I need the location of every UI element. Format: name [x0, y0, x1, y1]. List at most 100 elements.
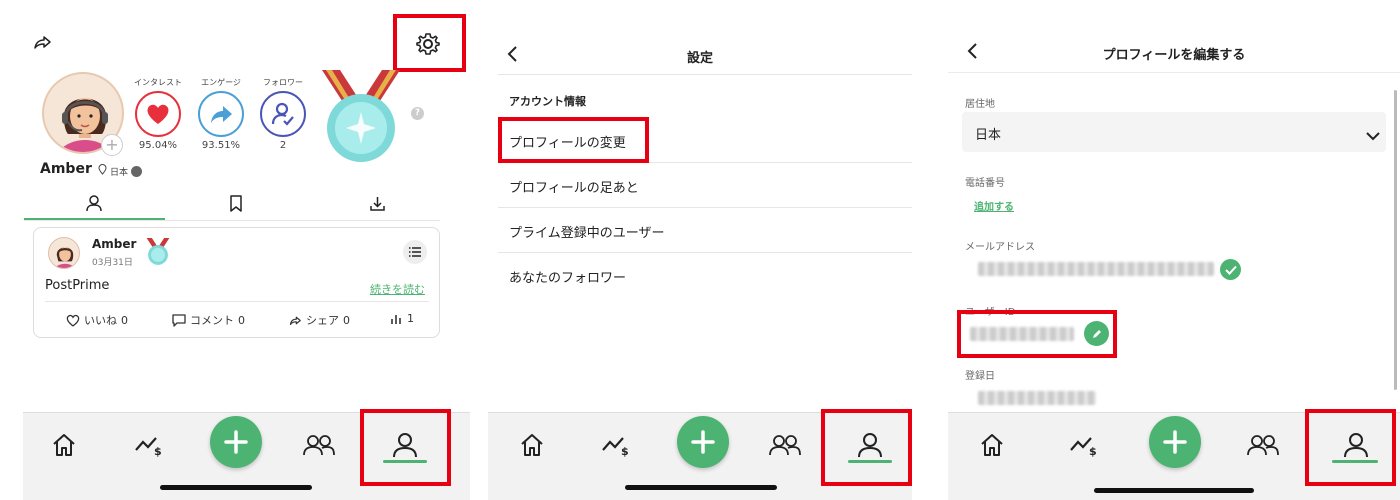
- menu-item-label: プロフィールの足あと: [509, 181, 639, 196]
- edit-profile-screen: プロフィールを編集する 居住地 日本 電話番号 追加する メールアドレス ユーザ…: [948, 0, 1400, 500]
- share-icon: [289, 316, 301, 325]
- add-avatar-icon[interactable]: +: [101, 134, 123, 156]
- share-arrow-icon: [198, 91, 244, 137]
- views-stat: 1: [390, 312, 414, 325]
- plus-icon[interactable]: [1149, 416, 1201, 468]
- home-icon[interactable]: [44, 425, 84, 465]
- plus-icon[interactable]: [210, 416, 262, 468]
- bottom-nav: $: [23, 412, 470, 500]
- profile-tab-icon[interactable]: [85, 194, 103, 216]
- home-icon[interactable]: [972, 425, 1012, 465]
- share-count: 0: [343, 313, 350, 327]
- download-icon[interactable]: [369, 195, 386, 216]
- residence-select[interactable]: 日本: [962, 112, 1386, 152]
- market-icon[interactable]: $: [1064, 425, 1104, 465]
- post-medal-icon: [145, 238, 171, 270]
- follower-check-icon: [260, 91, 306, 137]
- stat-value: 2: [279, 140, 287, 151]
- userid-value-blurred: [970, 327, 1074, 341]
- profile-icon[interactable]: [850, 425, 890, 465]
- header-divider: [948, 72, 1400, 73]
- residence-value: 日本: [975, 128, 1002, 143]
- add-phone-link[interactable]: 追加する: [974, 198, 1014, 213]
- userid-label: ユーザーID: [965, 307, 1016, 318]
- svg-text:$: $: [621, 445, 629, 458]
- menu-item-profile-change[interactable]: プロフィールの変更: [498, 117, 912, 163]
- post-author: Amber: [92, 237, 137, 251]
- home-indicator: [1094, 488, 1254, 493]
- comment-button[interactable]: コメント 0: [172, 312, 245, 328]
- help-icon[interactable]: ?: [411, 107, 424, 120]
- profile-icon[interactable]: [1336, 425, 1376, 465]
- stat-label: インタレスト: [134, 78, 182, 87]
- medal-icon[interactable]: [318, 70, 404, 166]
- nav-active-indicator: [1332, 460, 1378, 463]
- like-button[interactable]: いいね 0: [66, 312, 128, 328]
- registered-value-blurred: [978, 391, 1096, 405]
- menu-item-label: プライム登録中のユーザー: [509, 226, 665, 241]
- plus-icon[interactable]: [677, 416, 729, 468]
- community-icon[interactable]: [765, 425, 805, 465]
- edit-profile-title: プロフィールを編集する: [1102, 48, 1246, 63]
- settings-gear-icon[interactable]: [415, 31, 441, 57]
- market-icon[interactable]: $: [129, 425, 169, 465]
- home-indicator: [625, 485, 777, 490]
- header-divider: [498, 74, 912, 75]
- post-avatar[interactable]: [48, 237, 80, 269]
- bottom-nav: $: [488, 412, 912, 500]
- settings-screen: 設定 アカウント情報 プロフィールの変更 プロフィールの足あと プライム登録中の…: [488, 0, 928, 500]
- bar-chart-icon: [391, 314, 401, 324]
- like-label: いいね: [84, 314, 117, 327]
- edit-badge-icon[interactable]: [131, 165, 143, 177]
- country-label: 日本: [110, 167, 129, 178]
- bookmark-icon[interactable]: [229, 195, 243, 216]
- chevron-down-icon: [1366, 126, 1380, 145]
- stat-interest: インタレスト 95.04%: [128, 77, 188, 151]
- menu-item-followers[interactable]: あなたのフォロワー: [498, 253, 912, 298]
- share-profile-icon[interactable]: [32, 32, 54, 54]
- comment-label: コメント: [190, 314, 234, 327]
- menu-item-prime-users[interactable]: プライム登録中のユーザー: [498, 208, 912, 253]
- verified-check-icon: [1220, 259, 1241, 280]
- bottom-nav: $: [948, 412, 1400, 500]
- stat-value: 93.51%: [201, 140, 241, 151]
- market-icon[interactable]: $: [596, 425, 636, 465]
- like-count: 0: [121, 313, 128, 327]
- edit-pencil-icon[interactable]: [1084, 321, 1109, 346]
- stat-label: フォロワー: [263, 78, 303, 87]
- residence-label: 居住地: [965, 99, 995, 110]
- home-icon[interactable]: [512, 425, 552, 465]
- profile-icon[interactable]: [385, 425, 425, 465]
- phone-label: 電話番号: [965, 178, 1005, 189]
- comment-icon: [172, 313, 186, 327]
- registered-label: 登録日: [965, 371, 995, 382]
- home-indicator: [160, 485, 312, 490]
- share-label: シェア: [306, 314, 339, 327]
- email-label: メールアドレス: [965, 242, 1035, 253]
- svg-text:$: $: [1089, 445, 1097, 458]
- heart-icon: [135, 91, 181, 137]
- share-button[interactable]: シェア 0: [288, 312, 350, 328]
- community-icon[interactable]: [299, 425, 339, 465]
- settings-title: 設定: [686, 51, 713, 66]
- post-menu-icon[interactable]: [403, 240, 427, 264]
- menu-item-label: あなたのフォロワー: [509, 271, 627, 286]
- stat-value: 95.04%: [138, 140, 178, 151]
- stat-label: エンゲージ: [201, 78, 241, 87]
- tab-divider: [24, 220, 440, 221]
- post-date: 03月31日: [92, 258, 133, 268]
- email-value-blurred: [978, 262, 1214, 276]
- profile-location: 日本: [98, 164, 143, 178]
- scrollbar[interactable]: [1394, 90, 1397, 390]
- comment-count: 0: [238, 313, 245, 327]
- menu-item-label: プロフィールの変更: [509, 136, 626, 151]
- menu-item-footprints[interactable]: プロフィールの足あと: [498, 163, 912, 208]
- svg-text:$: $: [154, 445, 162, 458]
- community-icon[interactable]: [1243, 425, 1283, 465]
- nav-active-indicator: [848, 460, 892, 463]
- post-card[interactable]: Amber 03月31日 PostPrime 続きを読む いいね 0 コメント …: [33, 227, 440, 338]
- views-count: 1: [407, 312, 414, 325]
- read-more-link[interactable]: 続きを読む: [370, 281, 425, 297]
- account-section-label: アカウント情報: [509, 95, 586, 108]
- nav-active-indicator: [383, 460, 427, 463]
